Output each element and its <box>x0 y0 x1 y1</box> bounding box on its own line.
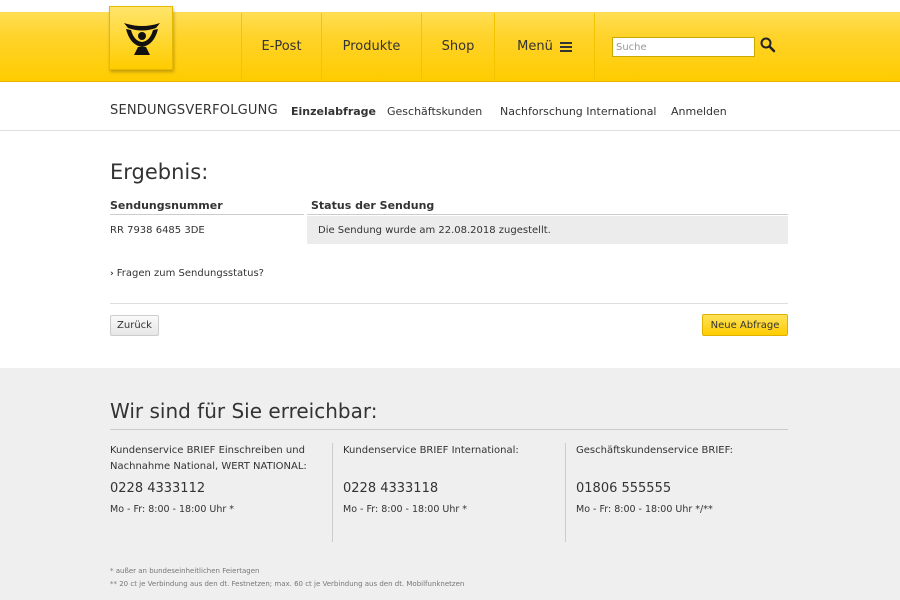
header-divider <box>307 214 788 215</box>
header-divider <box>110 214 304 215</box>
search-icon[interactable] <box>760 37 776 55</box>
contact-hours: Mo - Fr: 8:00 - 18:00 Uhr */** <box>576 504 713 515</box>
contact-hours: Mo - Fr: 8:00 - 18:00 Uhr * <box>110 504 235 515</box>
contact-name: Kundenservice BRIEF International: <box>343 445 519 456</box>
chevron-right-icon: › <box>110 269 114 279</box>
subnav-nachforschung-international[interactable]: Nachforschung International <box>500 105 657 118</box>
contact-column: Kundenservice BRIEF Einschreiben und Nac… <box>110 443 332 542</box>
column-header-number: Sendungsnummer <box>110 199 223 212</box>
section-title: SENDUNGSVERFOLGUNG <box>110 103 278 118</box>
nav-epost[interactable]: E-Post <box>241 13 321 80</box>
faq-link[interactable]: › Fragen zum Sendungsstatus? <box>110 268 264 279</box>
column-header-status: Status der Sendung <box>311 199 435 212</box>
nav-produkte-label: Produkte <box>342 39 401 54</box>
nav-shop[interactable]: Shop <box>421 13 494 80</box>
contact-column: Kundenservice BRIEF International: 0228 … <box>332 443 565 542</box>
contact-phone: 0228 4333118 <box>343 481 439 496</box>
faq-link-label: Fragen zum Sendungsstatus? <box>116 268 264 279</box>
nav-produkte[interactable]: Produkte <box>321 13 421 80</box>
nav-menu[interactable]: Menü <box>494 13 595 80</box>
tracking-number: RR 7938 6485 3DE <box>110 225 205 236</box>
page-title: Ergebnis: <box>110 160 209 184</box>
site-header: E-Post Produkte Shop Menü <box>0 0 900 82</box>
footer-title: Wir sind für Sie erreichbar: <box>110 399 378 423</box>
new-query-button[interactable]: Neue Abfrage <box>702 314 788 336</box>
contact-phone: 01806 555555 <box>576 481 672 496</box>
footnote: * außer an bundeseinheitlichen Feiertage… <box>110 567 260 575</box>
tracking-status: Die Sendung wurde am 22.08.2018 zugestel… <box>307 216 788 244</box>
search-input[interactable] <box>612 37 755 57</box>
sub-navigation: SENDUNGSVERFOLGUNG Einzelabfrage Geschäf… <box>0 82 900 131</box>
subnav-einzelabfrage[interactable]: Einzelabfrage <box>291 105 376 118</box>
contact-column: Geschäftskundenservice BRIEF: 01806 5555… <box>565 443 788 542</box>
footer-divider <box>110 429 788 430</box>
nav-shop-label: Shop <box>441 39 475 54</box>
contact-name: Kundenservice BRIEF Einschreiben und Nac… <box>110 445 307 472</box>
subnav-geschaeftskunden[interactable]: Geschäftskunden <box>387 105 482 118</box>
hamburger-icon <box>559 40 572 54</box>
contact-phone: 0228 4333112 <box>110 481 206 496</box>
nav-menu-label: Menü <box>517 39 553 54</box>
contact-footer: Wir sind für Sie erreichbar: Kundenservi… <box>0 368 900 600</box>
contact-hours: Mo - Fr: 8:00 - 18:00 Uhr * <box>343 504 468 515</box>
divider <box>110 303 788 304</box>
nav-epost-label: E-Post <box>261 39 302 54</box>
subnav-anmelden[interactable]: Anmelden <box>671 105 727 118</box>
footnote: ** 20 ct je Verbindung aus den dt. Festn… <box>110 580 465 588</box>
contact-name: Geschäftskundenservice BRIEF: <box>576 445 733 456</box>
post-horn-icon[interactable] <box>109 6 173 70</box>
back-button[interactable]: Zurück <box>110 315 159 336</box>
